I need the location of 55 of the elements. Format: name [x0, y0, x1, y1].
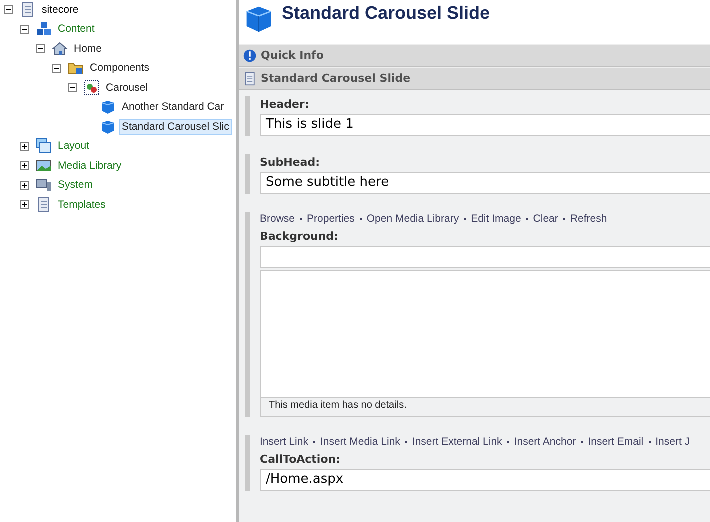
field-command-link[interactable]: Insert Anchor: [514, 436, 576, 448]
expander[interactable]: [20, 180, 29, 190]
expander[interactable]: [36, 44, 45, 54]
image-path-field[interactable]: [260, 246, 710, 268]
windows-icon: [36, 138, 52, 154]
field-label: CallToAction:: [260, 452, 342, 468]
field-command-link[interactable]: Insert External Link: [412, 436, 502, 448]
tree-item[interactable]: Layout: [55, 138, 93, 154]
document-icon: [36, 196, 52, 213]
expander[interactable]: [68, 83, 77, 92]
info-icon: [243, 48, 257, 62]
tree-item[interactable]: Components: [87, 60, 153, 76]
field-command-link[interactable]: Open Media Library: [366, 213, 460, 225]
image-icon: [36, 158, 52, 174]
field-command-link[interactable]: Browse: [260, 213, 296, 225]
field-command-link[interactable]: Insert Email: [588, 436, 644, 448]
tree-item[interactable]: Templates: [55, 196, 109, 213]
item-title: Standard Carousel Slide: [282, 3, 490, 24]
field-command-link[interactable]: Insert Media Link: [320, 436, 400, 448]
tree-item[interactable]: Standard Carousel Slic: [119, 118, 232, 135]
cube-icon: [100, 118, 116, 135]
house-icon: [52, 40, 68, 57]
tree-item[interactable]: Media Library: [55, 158, 125, 174]
expander[interactable]: [20, 200, 29, 210]
document-icon: [20, 2, 36, 18]
text-field[interactable]: This is slide 1: [260, 114, 710, 136]
document-icon: [243, 72, 257, 86]
field-label: Header:: [260, 97, 310, 113]
text-field[interactable]: Some subtitle here: [260, 172, 710, 194]
text-field[interactable]: /Home.aspx: [260, 469, 710, 491]
expander[interactable]: [20, 142, 29, 151]
tree-item[interactable]: Content: [55, 21, 98, 38]
field-label: Background:: [260, 229, 340, 245]
expander[interactable]: [20, 161, 29, 170]
media-details-text: This media item has no details.: [260, 398, 710, 417]
cubes-icon: [36, 21, 52, 38]
expander[interactable]: [4, 5, 13, 14]
tree-item[interactable]: System: [55, 177, 96, 194]
tree-item[interactable]: Another Standard Car: [119, 99, 228, 116]
field-command-link[interactable]: Properties: [307, 213, 355, 225]
tree-item[interactable]: Carousel: [103, 80, 152, 96]
section-header[interactable]: Quick Info: [239, 44, 710, 67]
field-command-link[interactable]: Insert Link: [260, 436, 308, 448]
expander[interactable]: [52, 64, 61, 73]
field-label: SubHead:: [260, 155, 321, 171]
field-command-link[interactable]: Insert J: [656, 436, 690, 448]
tree-item[interactable]: Home: [71, 40, 106, 57]
tree-item[interactable]: sitecore: [39, 2, 82, 18]
computer-icon: [36, 177, 52, 194]
section-header[interactable]: Standard Carousel Slide: [239, 67, 710, 90]
expander[interactable]: [20, 24, 29, 34]
field-command-link[interactable]: Edit Image: [471, 213, 522, 225]
field-command-link[interactable]: Clear: [533, 213, 558, 225]
field-command-link[interactable]: Refresh: [570, 213, 608, 225]
cube-icon: [100, 99, 116, 116]
